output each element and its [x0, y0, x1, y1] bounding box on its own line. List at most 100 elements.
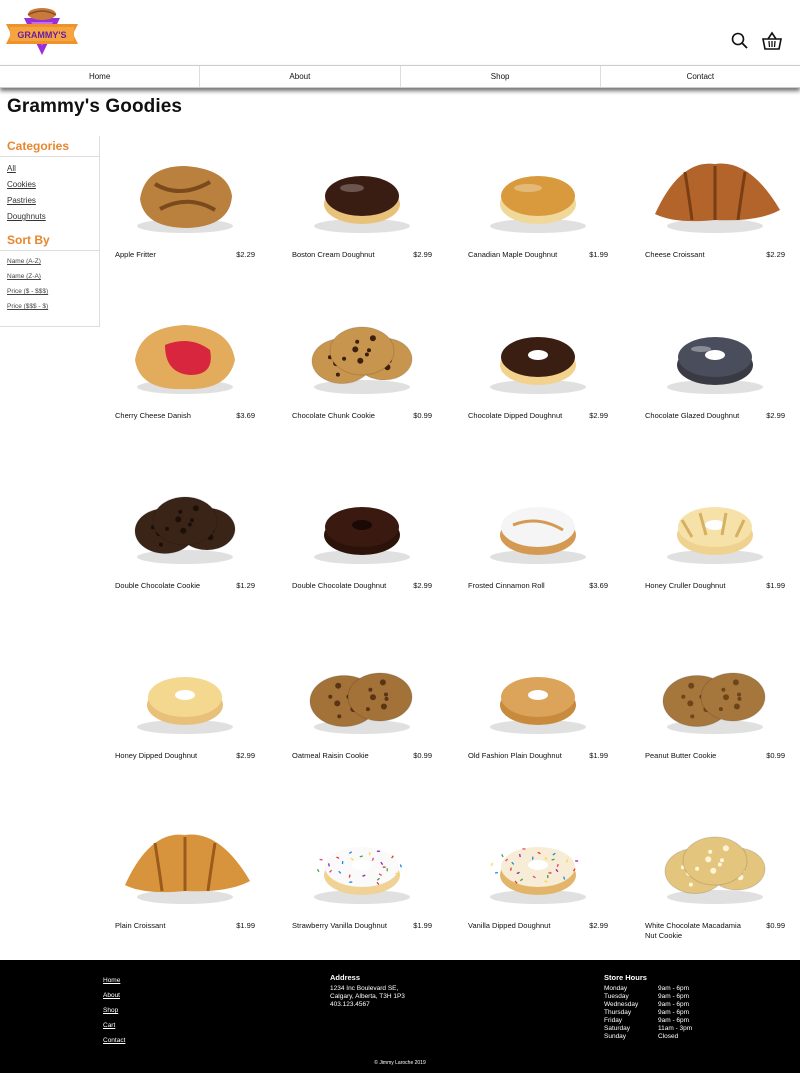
product-price: $2.99: [236, 751, 255, 760]
product-image[interactable]: [287, 475, 437, 585]
product-price: $3.69: [236, 411, 255, 420]
hours-time: 9am - 6pm: [658, 993, 690, 1000]
product-image[interactable]: [463, 815, 613, 925]
product-name[interactable]: Oatmeal Raisin Cookie: [292, 751, 392, 761]
product-image[interactable]: [110, 815, 260, 925]
product-price: $3.69: [589, 581, 608, 590]
hours-row: Sunday Closed: [604, 1033, 692, 1041]
product-grid: Apple Fritter $2.29 Boston Cream Doughnut $…: [0, 0, 800, 960]
product-price: $2.99: [589, 921, 608, 930]
product-image[interactable]: [110, 475, 260, 585]
product-price: $0.99: [766, 751, 785, 760]
product-name[interactable]: Frosted Cinnamon Roll: [468, 581, 568, 591]
product-card[interactable]: Frosted Cinnamon Roll $3.69: [463, 475, 613, 625]
product-card[interactable]: Strawberry Vanilla Doughnut $1.99: [287, 815, 437, 965]
product-name[interactable]: Strawberry Vanilla Doughnut: [292, 921, 392, 931]
hours-row: Wednesday 9am - 6pm: [604, 1001, 692, 1009]
hours-day: Sunday: [604, 1033, 627, 1040]
product-name[interactable]: Plain Croissant: [115, 921, 215, 931]
product-card[interactable]: Old Fashion Plain Doughnut $1.99: [463, 645, 613, 795]
product-price: $2.99: [413, 581, 432, 590]
hours-row: Friday 9am - 6pm: [604, 1017, 692, 1025]
product-price: $2.99: [413, 250, 432, 259]
hours-time: 11am - 3pm: [658, 1025, 693, 1032]
product-card[interactable]: Honey Cruller Doughnut $1.99: [640, 475, 790, 625]
product-image[interactable]: [640, 645, 790, 755]
product-card[interactable]: Plain Croissant $1.99: [110, 815, 260, 965]
product-image[interactable]: [463, 475, 613, 585]
product-price: $0.99: [413, 411, 432, 420]
product-name[interactable]: Vanilla Dipped Doughnut: [468, 921, 568, 931]
product-card[interactable]: Honey Dipped Doughnut $2.99: [110, 645, 260, 795]
product-price: $1.99: [236, 921, 255, 930]
product-image[interactable]: [287, 144, 437, 254]
product-name[interactable]: Old Fashion Plain Doughnut: [468, 751, 568, 761]
product-image[interactable]: [463, 144, 613, 254]
product-card[interactable]: Boston Cream Doughnut $2.99: [287, 144, 437, 294]
store-hours: Store Hours Monday 9am - 6pm Tuesday 9am -…: [604, 974, 692, 1041]
copyright: © Jimmy Laroche 2019: [374, 1060, 426, 1066]
product-image[interactable]: [640, 815, 790, 925]
product-card[interactable]: Cheese Croissant $2.29: [640, 144, 790, 294]
product-name[interactable]: Chocolate Glazed Doughnut: [645, 411, 745, 421]
product-card[interactable]: Double Chocolate Doughnut $2.99: [287, 475, 437, 625]
product-card[interactable]: White Chocolate Macadamia Nut Cookie $0.9…: [640, 815, 790, 965]
product-card[interactable]: Apple Fritter $2.29: [110, 144, 260, 294]
product-name[interactable]: Apple Fritter: [115, 250, 215, 260]
product-card[interactable]: Oatmeal Raisin Cookie $0.99: [287, 645, 437, 795]
product-card[interactable]: Vanilla Dipped Doughnut $2.99: [463, 815, 613, 965]
product-price: $1.99: [766, 581, 785, 590]
footer-link-shop[interactable]: Shop: [103, 1007, 125, 1014]
footer-link-about[interactable]: About: [103, 992, 125, 999]
product-image[interactable]: [640, 475, 790, 585]
product-image[interactable]: [640, 144, 790, 254]
footer-link-cart[interactable]: Cart: [103, 1022, 125, 1029]
product-card[interactable]: Cherry Cheese Danish $3.69: [110, 305, 260, 455]
product-image[interactable]: [110, 645, 260, 755]
product-name[interactable]: White Chocolate Macadamia Nut Cookie: [645, 921, 745, 941]
hours-time: 9am - 6pm: [658, 1001, 690, 1008]
product-card[interactable]: Chocolate Chunk Cookie $0.99: [287, 305, 437, 455]
product-price: $0.99: [413, 751, 432, 760]
product-card[interactable]: Chocolate Dipped Doughnut $2.99: [463, 305, 613, 455]
product-image[interactable]: [110, 144, 260, 254]
hours-time: 9am - 6pm: [658, 1009, 690, 1016]
product-image[interactable]: [110, 305, 260, 415]
hours-heading: Store Hours: [604, 973, 647, 982]
product-image[interactable]: [287, 305, 437, 415]
product-image[interactable]: [640, 305, 790, 415]
product-name[interactable]: Boston Cream Doughnut: [292, 250, 392, 260]
hours-time: Closed: [658, 1033, 679, 1040]
product-name[interactable]: Chocolate Chunk Cookie: [292, 411, 392, 421]
product-price: $1.99: [589, 751, 608, 760]
hours-row: Monday 9am - 6pm: [604, 985, 692, 993]
product-name[interactable]: Chocolate Dipped Doughnut: [468, 411, 568, 421]
footer-link-contact[interactable]: Contact: [103, 1037, 125, 1044]
footer-link-home[interactable]: Home: [103, 977, 125, 984]
hours-time: 9am - 6pm: [658, 985, 690, 992]
product-name[interactable]: Cherry Cheese Danish: [115, 411, 215, 421]
product-card[interactable]: Peanut Butter Cookie $0.99: [640, 645, 790, 795]
product-image[interactable]: [287, 815, 437, 925]
product-image[interactable]: [463, 645, 613, 755]
hours-day: Wednesday: [604, 1001, 639, 1008]
product-price: $2.29: [766, 250, 785, 259]
product-name[interactable]: Double Chocolate Cookie: [115, 581, 215, 591]
product-card[interactable]: Chocolate Glazed Doughnut $2.99: [640, 305, 790, 455]
product-name[interactable]: Honey Cruller Doughnut: [645, 581, 745, 591]
product-card[interactable]: Canadian Maple Doughnut $1.99: [463, 144, 613, 294]
product-name[interactable]: Cheese Croissant: [645, 250, 745, 260]
product-name[interactable]: Double Chocolate Doughnut: [292, 581, 392, 591]
product-name[interactable]: Canadian Maple Doughnut: [468, 250, 568, 260]
address-heading: Address: [330, 973, 361, 982]
product-image[interactable]: [463, 305, 613, 415]
product-image[interactable]: [287, 645, 437, 755]
product-name[interactable]: Peanut Butter Cookie: [645, 751, 745, 761]
product-price: $1.99: [589, 250, 608, 259]
product-price: $2.29: [236, 250, 255, 259]
product-card[interactable]: Double Chocolate Cookie $1.29: [110, 475, 260, 625]
product-name[interactable]: Honey Dipped Doughnut: [115, 751, 215, 761]
phone-number: 403.123.4567: [330, 1001, 370, 1008]
hours-row: Tuesday 9am - 6pm: [604, 993, 692, 1001]
hours-day: Tuesday: [604, 993, 629, 1000]
